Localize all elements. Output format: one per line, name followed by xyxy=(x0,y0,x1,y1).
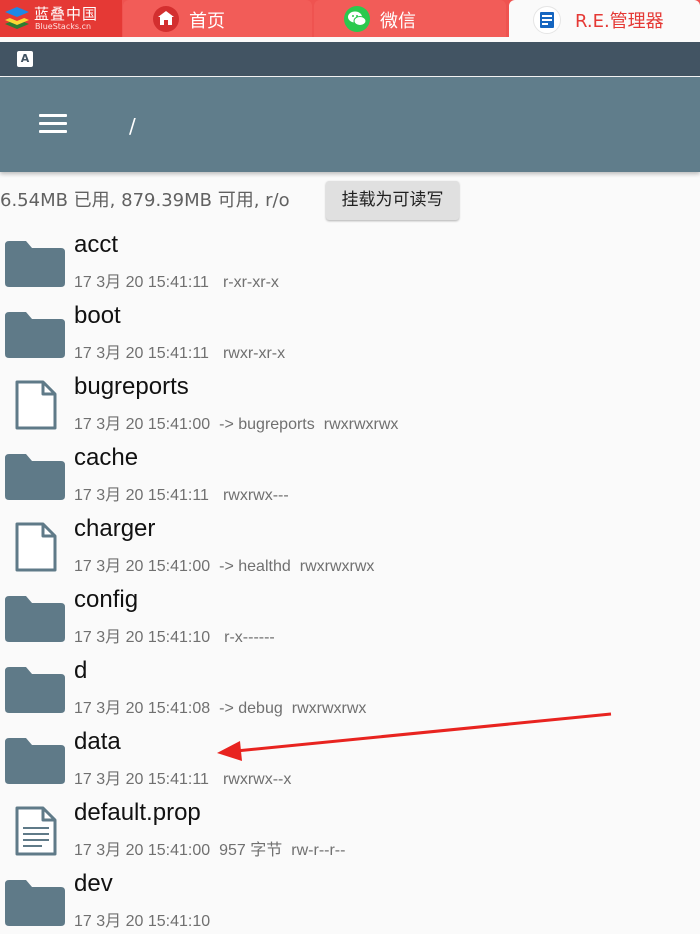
bluestacks-logo: 蓝叠中国 BlueStacks.cn xyxy=(0,0,122,37)
folder-icon xyxy=(4,735,66,785)
tab-re-manager-label: R.E.管理器 xyxy=(575,11,664,32)
home-icon xyxy=(153,6,179,32)
file-date: 17 3月 20 15:41:08 xyxy=(74,700,211,717)
file-row-data[interactable]: data 17 3月 20 15:41:11 rwxrwx--x xyxy=(0,721,700,792)
file-extra: -> healthd xyxy=(219,558,291,575)
a-notification-icon: A xyxy=(17,51,33,67)
folder-icon xyxy=(4,664,66,714)
file-name: data xyxy=(74,728,121,755)
folder-icon xyxy=(4,593,66,643)
hamburger-menu-icon[interactable] xyxy=(36,111,70,135)
file-name: config xyxy=(74,586,139,613)
mount-rw-button[interactable]: 挂载为可读写 xyxy=(326,181,459,220)
file-permissions: rwxrwxrwx xyxy=(291,700,367,717)
logo-name: 蓝叠中国 xyxy=(34,5,99,23)
file-meta: 17 3月 20 15:41:11 r-xr-xr-x xyxy=(74,268,279,292)
browser-tab-bar: 蓝叠中国 BlueStacks.cn 首页 微信 R.E.管理器 xyxy=(0,0,700,37)
tab-re-manager[interactable]: R.E.管理器 xyxy=(509,0,700,37)
file-permissions: rwxrwxrwx xyxy=(323,416,399,433)
wechat-icon xyxy=(344,6,370,32)
file-date: 17 3月 20 15:41:00 xyxy=(74,416,211,433)
storage-info: 6.54MB 已用, 879.39MB 可用, r/o xyxy=(0,190,290,211)
file-date: 17 3月 20 15:41:00 xyxy=(74,842,211,859)
file-date: 17 3月 20 15:41:11 xyxy=(74,771,209,788)
file-row-dev[interactable]: dev 17 3月 20 15:41:10 xyxy=(0,863,700,934)
file-meta: 17 3月 20 15:41:10 r-x------ xyxy=(74,623,275,647)
tab-wechat-label: 微信 xyxy=(380,11,416,32)
file-name: cache xyxy=(74,444,139,471)
file-extra: 957 字节 xyxy=(219,842,283,859)
folder-icon xyxy=(4,238,66,288)
tab-home[interactable]: 首页 xyxy=(123,0,312,37)
file-name: dev xyxy=(74,870,113,897)
status-bar: A xyxy=(0,42,700,76)
file-row-acct[interactable]: acct 17 3月 20 15:41:11 r-xr-xr-x xyxy=(0,224,700,295)
file-meta: 17 3月 20 15:41:00 -> bugreports rwxrwxrwx xyxy=(74,410,398,434)
tab-home-label: 首页 xyxy=(189,11,225,32)
file-date: 17 3月 20 15:41:11 xyxy=(74,487,209,504)
file-row-cache[interactable]: cache 17 3月 20 15:41:11 rwxrwx--- xyxy=(0,437,700,508)
file-row-default-prop[interactable]: default.prop 17 3月 20 15:41:00 957 字节 rw-r-… xyxy=(0,792,700,863)
file-meta: 17 3月 20 15:41:00 957 字节 rw-r--r-- xyxy=(74,836,345,860)
file-name: charger xyxy=(74,515,156,542)
file-permissions: rwxrwx--x xyxy=(222,771,292,788)
file-meta: 17 3月 20 15:41:11 rwxr-xr-x xyxy=(74,339,285,363)
file-permissions: rw-r--r-- xyxy=(291,842,346,859)
file-permissions: rwxrwxrwx xyxy=(299,558,375,575)
file-permissions: rwxr-xr-x xyxy=(222,345,286,362)
file-date: 17 3月 20 15:41:10 xyxy=(74,629,211,646)
current-path: / xyxy=(129,114,136,138)
folder-icon xyxy=(4,877,66,927)
text-file-icon xyxy=(4,806,66,856)
file-permissions: r-x------ xyxy=(224,629,275,646)
file-date: 17 3月 20 15:41:11 xyxy=(74,274,209,291)
file-icon xyxy=(4,380,66,430)
re-manager-icon xyxy=(533,6,561,34)
logo-subtitle: BlueStacks.cn xyxy=(35,22,92,31)
file-name: d xyxy=(74,657,88,684)
file-row-charger[interactable]: charger 17 3月 20 15:41:00 -> healthd rwxrwx… xyxy=(0,508,700,579)
file-extra: -> bugreports xyxy=(219,416,315,433)
bluestacks-stack-icon xyxy=(5,7,29,29)
file-extra: -> debug xyxy=(219,700,283,717)
file-row-bugreports[interactable]: bugreports 17 3月 20 15:41:00 -> bugreports… xyxy=(0,366,700,437)
file-meta: 17 3月 20 15:41:08 -> debug rwxrwxrwx xyxy=(74,694,366,718)
file-permissions: r-xr-xr-x xyxy=(222,274,279,291)
file-name: bugreports xyxy=(74,373,189,400)
file-row-d[interactable]: d 17 3月 20 15:41:08 -> debug rwxrwxrwx xyxy=(0,650,700,721)
tab-wechat[interactable]: 微信 xyxy=(314,0,506,37)
file-date: 17 3月 20 15:41:10 xyxy=(74,913,211,930)
file-date: 17 3月 20 15:41:11 xyxy=(74,345,209,362)
file-row-boot[interactable]: boot 17 3月 20 15:41:11 rwxr-xr-x xyxy=(0,295,700,366)
file-icon xyxy=(4,522,66,572)
file-permissions: rwxrwx--- xyxy=(222,487,289,504)
folder-icon xyxy=(4,451,66,501)
file-name: acct xyxy=(74,231,119,258)
file-meta: 17 3月 20 15:41:00 -> healthd rwxrwxrwx xyxy=(74,552,374,576)
file-meta: 17 3月 20 15:41:10 xyxy=(74,907,210,931)
file-row-config[interactable]: config 17 3月 20 15:41:10 r-x------ xyxy=(0,579,700,650)
file-meta: 17 3月 20 15:41:11 rwxrwx--x xyxy=(74,765,291,789)
app-toolbar: / xyxy=(0,77,700,172)
file-name: boot xyxy=(74,302,121,329)
file-meta: 17 3月 20 15:41:11 rwxrwx--- xyxy=(74,481,289,505)
file-name: default.prop xyxy=(74,799,201,826)
folder-icon xyxy=(4,309,66,359)
file-date: 17 3月 20 15:41:00 xyxy=(74,558,211,575)
